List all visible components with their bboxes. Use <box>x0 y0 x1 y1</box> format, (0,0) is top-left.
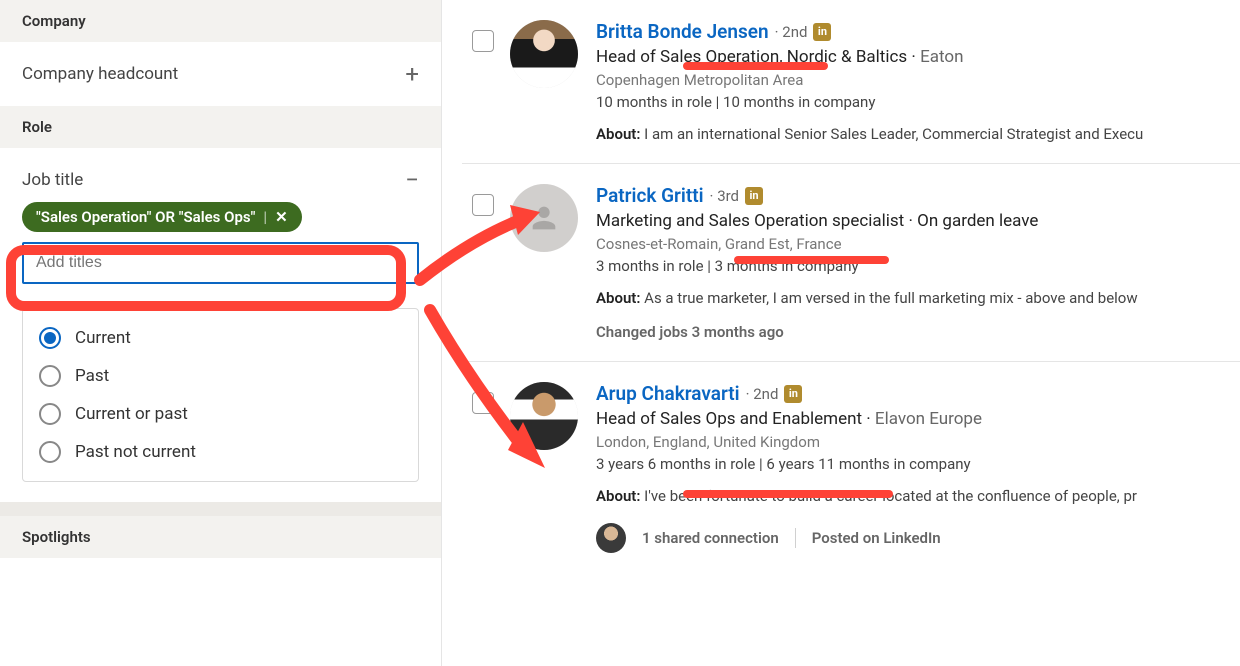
select-checkbox[interactable] <box>472 392 494 414</box>
tenure: 10 months in role | 10 months in company <box>596 93 1240 111</box>
tenure: 3 months in role | 3 months in company <box>596 257 1240 275</box>
radio-current[interactable]: Current <box>35 319 406 357</box>
about-snippet: About: I am an international Senior Sale… <box>596 125 1240 143</box>
tenure-radio-group: Current Past Current or past Past not cu… <box>22 308 419 482</box>
job-title-label: Job title <box>22 170 83 190</box>
radio-label: Past <box>75 366 109 386</box>
divider <box>795 528 796 548</box>
plus-icon[interactable]: + <box>405 60 419 88</box>
close-icon[interactable]: ✕ <box>275 208 288 226</box>
radio-label: Current <box>75 328 131 348</box>
linkedin-badge-icon: in <box>784 385 802 403</box>
select-checkbox[interactable] <box>472 194 494 216</box>
connection-degree: · 3rd <box>710 187 739 205</box>
shared-connection-label[interactable]: 1 shared connection <box>642 529 779 547</box>
connection-degree: · 2nd <box>775 23 808 41</box>
headline: Marketing and Sales Operation specialist… <box>596 211 1240 231</box>
about-snippet: About: As a true marketer, I am versed i… <box>596 289 1240 307</box>
company-name: On garden leave <box>917 211 1038 231</box>
posted-on-linkedin[interactable]: Posted on LinkedIn <box>812 529 941 547</box>
result-item: Patrick Gritti · 3rd in Marketing and Sa… <box>462 164 1240 362</box>
result-item: Arup Chakravarti · 2nd in Head of Sales … <box>462 362 1240 573</box>
radio-icon <box>39 365 61 387</box>
about-snippet: About: I've been fortunate to build a ca… <box>596 487 1240 505</box>
linkedin-badge-icon: in <box>745 187 763 205</box>
results-list: Britta Bonde Jensen · 2nd in Head of Sal… <box>442 0 1240 666</box>
job-title-filter[interactable]: Job title − <box>0 148 441 202</box>
location: London, England, United Kingdom <box>596 433 1240 451</box>
avatar[interactable] <box>510 20 578 88</box>
tenure: 3 years 6 months in role | 6 years 11 mo… <box>596 455 1240 473</box>
company-section-header: Company <box>0 0 441 42</box>
radio-label: Past not current <box>75 442 196 462</box>
location: Copenhagen Metropolitan Area <box>596 71 1240 89</box>
role-section-header: Role <box>0 106 441 148</box>
company-headcount-label: Company headcount <box>22 64 178 84</box>
select-checkbox[interactable] <box>472 30 494 52</box>
avatar[interactable] <box>510 184 578 252</box>
linkedin-badge-icon: in <box>813 23 831 41</box>
filter-sidebar: Company Company headcount + Role Job tit… <box>0 0 442 666</box>
location: Cosnes-et-Romain, Grand Est, France <box>596 235 1240 253</box>
job-title-pill[interactable]: "Sales Operation" OR "Sales Ops" | ✕ <box>22 202 302 232</box>
person-name-link[interactable]: Britta Bonde Jensen <box>596 20 769 43</box>
pill-divider: | <box>263 208 267 226</box>
headline: Head of Sales Ops and Enablement · Elavo… <box>596 409 1240 429</box>
person-name-link[interactable]: Patrick Gritti <box>596 184 704 207</box>
person-name-link[interactable]: Arup Chakravarti <box>596 382 740 405</box>
radio-icon <box>39 441 61 463</box>
connection-avatar[interactable] <box>596 523 626 553</box>
changed-jobs-note: Changed jobs 3 months ago <box>596 323 1240 341</box>
pill-text: "Sales Operation" OR "Sales Ops" <box>36 208 255 226</box>
radio-label: Current or past <box>75 404 188 424</box>
radio-past[interactable]: Past <box>35 357 406 395</box>
spotlights-section-header: Spotlights <box>0 516 441 558</box>
radio-past-not-current[interactable]: Past not current <box>35 433 406 471</box>
add-titles-input[interactable] <box>22 242 419 284</box>
result-item: Britta Bonde Jensen · 2nd in Head of Sal… <box>462 0 1240 164</box>
radio-icon <box>39 327 61 349</box>
connection-degree: · 2nd <box>746 385 779 403</box>
avatar[interactable] <box>510 382 578 450</box>
minus-icon[interactable]: − <box>405 166 419 194</box>
radio-current-or-past[interactable]: Current or past <box>35 395 406 433</box>
company-name: Elavon Europe <box>875 409 982 429</box>
company-headcount-filter[interactable]: Company headcount + <box>0 42 441 106</box>
person-icon <box>527 201 561 235</box>
company-name: Eaton <box>920 47 963 67</box>
headline: Head of Sales Operation, Nordic & Baltic… <box>596 47 1240 67</box>
radio-icon <box>39 403 61 425</box>
